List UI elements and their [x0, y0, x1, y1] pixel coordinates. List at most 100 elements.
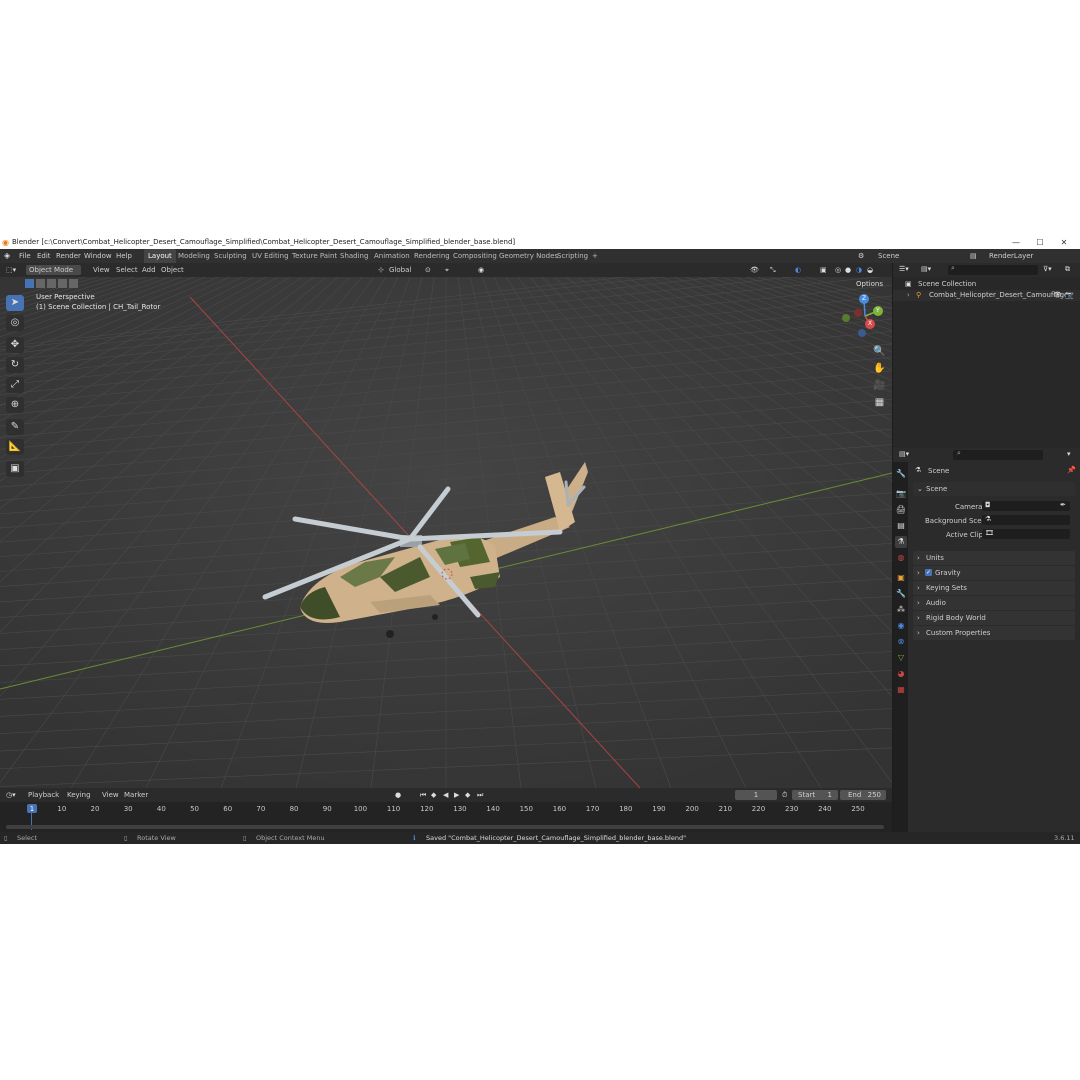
- eyedropper-icon[interactable]: ✒: [1060, 501, 1066, 509]
- mode-selector[interactable]: Object Mode: [26, 265, 81, 275]
- outliner-row-helicopter[interactable]: › ⚲ Combat_Helicopter_Desert_Camouflage …: [893, 290, 1080, 301]
- menu-help[interactable]: Help: [116, 249, 132, 263]
- pan-hand-icon[interactable]: ✋: [873, 362, 886, 375]
- tab-scripting[interactable]: Scripting: [557, 249, 588, 263]
- menu-marker[interactable]: Marker: [124, 788, 148, 802]
- physics-tab-icon[interactable]: ◉: [895, 620, 907, 632]
- start-frame-field[interactable]: Start 1: [792, 790, 838, 800]
- view-layer-name[interactable]: RenderLayer: [989, 249, 1033, 263]
- overlay-toggle-icon[interactable]: ◐: [795, 263, 801, 277]
- 3d-viewport[interactable]: User Perspective (1) Scene Collection | …: [0, 277, 892, 788]
- select-mode-buttons[interactable]: [25, 279, 78, 289]
- play-icon[interactable]: ▶: [454, 788, 459, 802]
- tab-modeling[interactable]: Modeling: [178, 249, 210, 263]
- new-collection-icon[interactable]: ⧉: [1065, 265, 1070, 274]
- helicopter-model[interactable]: [0, 277, 892, 788]
- proportional-edit-icon[interactable]: ◉: [478, 263, 484, 277]
- perspective-grid-icon[interactable]: ▦: [873, 396, 886, 409]
- gizmo-toggle-icon[interactable]: ⤡: [770, 263, 776, 277]
- select-subtract-icon[interactable]: [47, 279, 56, 288]
- tab-compositing[interactable]: Compositing: [453, 249, 497, 263]
- zoom-icon[interactable]: 🔍: [873, 345, 886, 358]
- render-tab-icon[interactable]: 📷: [895, 488, 907, 500]
- select-invert-icon[interactable]: [58, 279, 67, 288]
- view-layer-tab-icon[interactable]: ▤: [895, 520, 907, 532]
- shading-rendered-icon[interactable]: ◒: [867, 263, 873, 277]
- end-frame-field[interactable]: End 250: [840, 790, 886, 800]
- menu-select[interactable]: Select: [116, 263, 138, 277]
- shading-material-icon[interactable]: ◑: [856, 263, 862, 277]
- tab-geometry-nodes[interactable]: Geometry Nodes: [499, 249, 558, 263]
- output-tab-icon[interactable]: 🖨: [895, 504, 907, 516]
- menu-keying[interactable]: Keying: [67, 788, 91, 802]
- minimize-button[interactable]: —: [1006, 236, 1026, 249]
- tab-sculpting[interactable]: Sculpting: [214, 249, 247, 263]
- transform-orientation[interactable]: Global: [389, 263, 411, 277]
- menu-view[interactable]: View: [93, 263, 110, 277]
- close-button[interactable]: ✕: [1054, 236, 1074, 249]
- editor-type-icon[interactable]: ⬚▾: [6, 263, 16, 277]
- tab-uv-editing[interactable]: UV Editing: [252, 249, 289, 263]
- cursor-tool-icon[interactable]: ◎: [6, 315, 24, 331]
- jump-start-icon[interactable]: ⏮: [420, 788, 426, 802]
- tab-texture-paint[interactable]: Texture Paint: [292, 249, 337, 263]
- units-panel[interactable]: › Units: [913, 551, 1075, 565]
- data-tab-icon[interactable]: ▽: [895, 652, 907, 664]
- constraints-tab-icon[interactable]: ⊗: [895, 636, 907, 648]
- visibility-icon[interactable]: 👁: [750, 263, 759, 277]
- rotate-tool-icon[interactable]: ↻: [6, 357, 24, 373]
- menu-render[interactable]: Render: [56, 249, 81, 263]
- prev-keyframe-icon[interactable]: ◆: [431, 788, 436, 802]
- scene-name[interactable]: Scene: [878, 249, 899, 263]
- select-new-icon[interactable]: [25, 279, 34, 288]
- gravity-panel[interactable]: › ✓ Gravity: [913, 566, 1075, 580]
- select-box-tool-icon[interactable]: ➤: [6, 295, 24, 311]
- active-clip-field[interactable]: [982, 529, 1070, 539]
- annotate-tool-icon[interactable]: ✎: [6, 419, 24, 435]
- background-scene-field[interactable]: [982, 515, 1070, 525]
- camera-field[interactable]: [982, 501, 1070, 511]
- menu-window[interactable]: Window: [84, 249, 112, 263]
- timeline-area[interactable]: 1 10 20 30 40 50 60 70 80 90 100 110 120 130 140 150 160…: [0, 802, 892, 832]
- custom-properties-panel[interactable]: › Custom Properties: [913, 626, 1075, 640]
- menu-timeline-view[interactable]: View: [102, 788, 119, 802]
- tab-rendering[interactable]: Rendering: [414, 249, 450, 263]
- snap-icon[interactable]: ⌖: [445, 263, 449, 277]
- timeline-editor-icon[interactable]: ◷▾: [6, 788, 16, 802]
- menu-playback[interactable]: Playback: [28, 788, 59, 802]
- scene-selector-icon[interactable]: ⚙: [858, 249, 864, 263]
- tool-tab-icon[interactable]: 🔧: [895, 468, 907, 480]
- options-button[interactable]: Options: [856, 280, 883, 288]
- menu-add[interactable]: Add: [142, 263, 156, 277]
- menu-object[interactable]: Object: [161, 263, 184, 277]
- object-tab-icon[interactable]: ▣: [895, 572, 907, 584]
- current-frame-field[interactable]: 1: [735, 790, 777, 800]
- display-mode-icon[interactable]: ▤▾: [921, 265, 931, 273]
- render-camera-icon[interactable]: 📷: [1065, 290, 1074, 301]
- eye-visibility-icon[interactable]: 👁: [1053, 290, 1062, 301]
- shading-solid-icon[interactable]: ●: [845, 263, 851, 277]
- pin-icon[interactable]: 📌: [1067, 466, 1076, 474]
- transform-tool-icon[interactable]: ⊕: [6, 397, 24, 413]
- add-workspace-button[interactable]: +: [592, 249, 598, 263]
- modifier-tab-icon[interactable]: 🔧: [895, 588, 907, 600]
- particles-tab-icon[interactable]: ⁂: [895, 604, 907, 616]
- tab-layout[interactable]: Layout: [144, 249, 176, 263]
- audio-panel[interactable]: › Audio: [913, 596, 1075, 610]
- tab-animation[interactable]: Animation: [374, 249, 410, 263]
- gravity-checkbox[interactable]: ✓: [925, 569, 932, 576]
- outliner-search-input[interactable]: [948, 265, 1038, 275]
- properties-editor-icon[interactable]: ▤▾: [899, 450, 909, 458]
- expand-arrow-icon[interactable]: ›: [907, 290, 910, 301]
- clock-icon[interactable]: ⏱: [782, 788, 787, 802]
- timeline-scrollbar[interactable]: [6, 825, 884, 829]
- transform-orientation-icon[interactable]: ⊹: [378, 263, 384, 277]
- rigid-body-world-panel[interactable]: › Rigid Body World: [913, 611, 1075, 625]
- material-tab-icon[interactable]: ◕: [895, 668, 907, 680]
- outliner-editor-icon[interactable]: ☰▾: [899, 265, 909, 273]
- scene-panel-header[interactable]: ⌄ Scene: [913, 482, 1075, 496]
- next-keyframe-icon[interactable]: ◆: [465, 788, 470, 802]
- shading-wireframe-icon[interactable]: ◎: [835, 263, 841, 277]
- play-reverse-icon[interactable]: ◀: [443, 788, 448, 802]
- scale-tool-icon[interactable]: ⤢: [6, 377, 24, 393]
